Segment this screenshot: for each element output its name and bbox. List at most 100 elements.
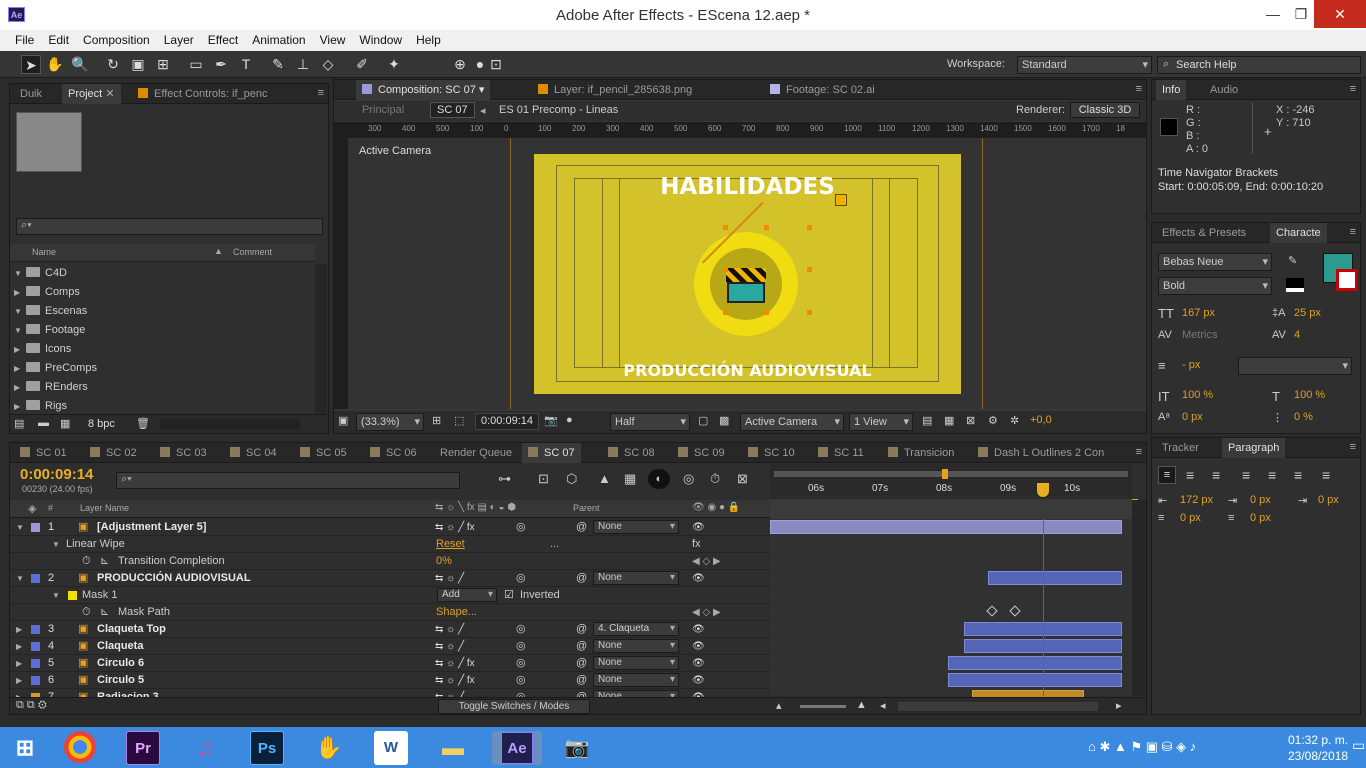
toggle-pixel-aspect-icon[interactable]: ▤ [922,414,932,427]
file-explorer-icon[interactable]: ▬ [436,731,470,765]
close-tab-icon[interactable]: ✕ [105,88,114,100]
snapshot-icon[interactable]: 📷 [544,414,558,427]
mask-visibility-icon[interactable]: ⬚ [454,414,464,427]
twirl-icon[interactable]: ▶ [16,672,22,689]
leading-value[interactable]: 25 px [1294,307,1321,319]
bbox-handle[interactable] [723,225,728,230]
panel-menu-icon[interactable]: ≡ [1136,83,1142,95]
layer-name[interactable]: Circulo 6 [97,655,144,672]
twirl-icon[interactable]: ▼ [52,587,60,604]
pick-whip-icon[interactable]: @ [576,655,587,672]
magnification-select[interactable]: (33.3%) [356,413,424,431]
windows-start-icon[interactable]: ⊞ [8,731,42,765]
scroll-right-icon[interactable]: ▸ [1116,699,1122,712]
visibility-eye-icon[interactable]: 👁 [692,621,705,638]
space-before-value[interactable]: 0 px [1180,512,1201,524]
restore-button[interactable]: ❐ [1286,0,1316,28]
layer-name[interactable]: Circulo 5 [97,672,144,689]
rotate-tool-icon[interactable]: ↻ [103,55,123,74]
tab-effects-presets[interactable]: Effects & Presets [1156,223,1252,243]
eyedropper-icon[interactable]: ✎ [1288,254,1297,267]
timeline-scrollbar[interactable] [1132,500,1146,696]
tab-footage[interactable]: Footage: SC 02.ai [764,80,881,100]
property-value[interactable]: 0% [436,553,452,570]
layer-duration-bar[interactable] [988,571,1122,585]
layer-duration-bar[interactable] [770,520,1122,534]
close-button[interactable]: ✕ [1314,0,1366,28]
photoshop-icon[interactable]: Ps [250,731,284,765]
timeline-search-input[interactable]: ⌕▾ [116,472,460,489]
timeline-current-time[interactable]: 0:00:09:14 [20,466,93,483]
breadcrumb-principal[interactable]: Principal [362,104,404,116]
workspace-select[interactable]: Standard [1017,56,1152,74]
breadcrumb-current[interactable]: SC 07 [430,102,475,118]
visibility-eye-icon[interactable]: 👁 [692,655,705,672]
comment-column-header[interactable]: Comment [233,247,272,257]
timeline-tab[interactable]: SC 07 [522,443,581,463]
expand-icon[interactable]: ⧉ ⧉ ⚙ [16,699,47,712]
layer-name[interactable]: [Adjustment Layer 5] [97,519,206,536]
graph-editor-icon[interactable]: ◐ [648,469,670,489]
bbox-handle[interactable] [723,310,728,315]
label-color[interactable] [31,642,40,651]
tab-character[interactable]: Characte [1270,223,1327,243]
visibility-eye-icon[interactable]: 👁 [692,638,705,655]
comp-mini-flowchart-icon[interactable]: ⊶ [498,471,511,487]
minimize-button[interactable]: — [1258,0,1288,28]
timeline-tab[interactable]: SC 10 [742,443,801,463]
timeline-tab[interactable]: Dash L Outlines 2 Con [972,443,1110,463]
new-folder-icon[interactable]: ▬ [38,417,49,429]
roto-brush-tool-icon[interactable]: ✐ [352,55,372,74]
visibility-eye-icon[interactable]: 👁 [692,672,705,689]
expanded-icon[interactable]: ▼ [14,264,26,283]
font-family-select[interactable]: Bebas Neue [1158,253,1272,271]
navigator-start-bracket[interactable] [942,469,948,479]
bbox-handle[interactable] [723,267,728,272]
clock-date[interactable]: 23/08/2018 [1288,749,1348,763]
property-row[interactable]: ⏱ ⊾ Mask Path Shape... ◀ ◇ ▶ [10,604,770,621]
notifications-icon[interactable]: ▭ [1352,737,1365,754]
horizontal-scale-value[interactable]: 100 % [1294,389,1325,401]
tab-info[interactable]: Info [1156,80,1187,100]
layer-switches[interactable]: ⇆ ☼ ╱ fx [435,655,475,672]
expanded-icon[interactable]: ▼ [14,321,26,340]
property-row[interactable]: ▼ Mask 1 Add ☑ Inverted [10,587,770,604]
layer-row[interactable]: ▶ 5 ▣ Circulo 6 ⇆ ☼ ╱ fx ◎ @ None 👁 [10,655,770,672]
project-item[interactable]: ▼ Escenas [10,302,310,321]
parent-select[interactable]: None [593,639,679,653]
justify-left-icon[interactable]: ≡ [1242,467,1250,483]
motion-blur-switch-icon[interactable]: ◎ [516,638,526,655]
layer-name[interactable]: Claqueta Top [97,621,166,638]
keyframe-icon[interactable] [986,605,998,617]
shy-icon[interactable]: ⬡ [566,471,577,487]
tab-tracker[interactable]: Tracker [1156,438,1205,458]
menu-layer[interactable]: Layer [157,30,201,51]
indent-right-value[interactable]: 0 px [1318,494,1339,506]
toggle-switches-modes-button[interactable]: Toggle Switches / Modes [438,699,590,714]
layer-row[interactable]: ▶ 4 ▣ Claqueta ⇆ ☼ ╱ ◎ @ None 👁 [10,638,770,655]
parent-select[interactable]: None [593,673,679,687]
twirl-icon[interactable]: ▶ [16,638,22,655]
stroke-style-select[interactable] [1238,357,1352,375]
playhead-icon[interactable] [1037,483,1049,497]
hand-tool-icon[interactable]: ✋ [45,55,65,74]
search-help-box[interactable]: ⌕ Search Help [1157,56,1361,74]
layer-row[interactable]: ▶ 6 ▣ Circulo 5 ⇆ ☼ ╱ fx ◎ @ None 👁 [10,672,770,689]
tracking-value[interactable]: 4 [1294,329,1300,341]
reset-link[interactable]: Reset [436,536,465,553]
pencil-icon[interactable] [835,194,847,206]
layer-switches[interactable]: ⇆ ☼ ╱ fx [435,519,475,536]
property-value[interactable]: Shape... [436,604,477,621]
parent-select[interactable]: None [593,520,679,534]
panel-menu-icon[interactable]: ≡ [1136,446,1142,458]
collapsed-icon[interactable]: ▶ [14,378,26,397]
justify-all-icon[interactable]: ≡ [1322,467,1330,483]
bit-depth[interactable]: 8 bpc [88,418,115,430]
time-navigator[interactable] [774,471,1128,477]
zoom-slider[interactable] [800,705,846,708]
menu-effect[interactable]: Effect [201,30,245,51]
label-color[interactable] [31,676,40,685]
bbox-handle[interactable] [807,267,812,272]
draft-3d-icon[interactable]: ⊡ [538,471,549,487]
layer-duration-bar[interactable] [948,656,1122,670]
